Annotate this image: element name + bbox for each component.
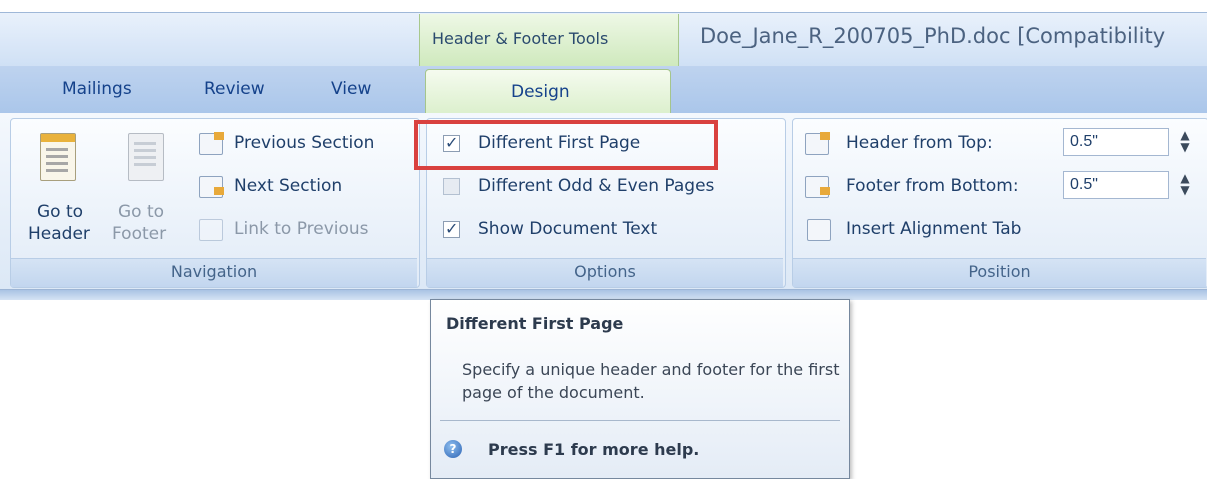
insert-alignment-tab-button[interactable]: Insert Alignment Tab bbox=[846, 219, 1021, 239]
footer-from-bottom-label: Footer from Bottom: bbox=[846, 176, 1019, 196]
next-section-icon bbox=[199, 176, 224, 198]
insert-alignment-tab-icon bbox=[807, 219, 831, 241]
go-to-footer-icon bbox=[128, 133, 164, 181]
tab-view[interactable]: View bbox=[331, 79, 371, 99]
different-odd-even-label[interactable]: Different Odd & Even Pages bbox=[478, 176, 714, 196]
help-icon: ? bbox=[444, 440, 462, 458]
go-to-header-label-line1[interactable]: Go to bbox=[37, 202, 83, 222]
header-from-top-input[interactable] bbox=[1063, 128, 1169, 156]
tooltip-help-text: Press F1 for more help. bbox=[488, 440, 700, 459]
go-to-header-icon[interactable] bbox=[40, 133, 76, 181]
footer-from-bottom-icon bbox=[805, 176, 830, 198]
header-from-top-label: Header from Top: bbox=[846, 133, 993, 153]
tooltip-divider bbox=[440, 420, 840, 421]
link-to-previous-button: Link to Previous bbox=[234, 219, 369, 239]
show-document-text-checkbox[interactable] bbox=[443, 219, 460, 238]
tooltip-description: Specify a unique header and footer for t… bbox=[462, 360, 840, 402]
contextual-group-title: Header & Footer Tools bbox=[432, 29, 609, 48]
go-to-footer-label-line2: Footer bbox=[112, 224, 167, 244]
header-from-top-icon bbox=[805, 132, 830, 155]
options-group-label: Options bbox=[427, 258, 783, 287]
tooltip-title: Different First Page bbox=[446, 314, 624, 333]
highlight-box bbox=[414, 120, 718, 170]
go-to-header-label-line2[interactable]: Header bbox=[28, 224, 90, 244]
different-odd-even-checkbox[interactable] bbox=[443, 178, 460, 195]
previous-section-button[interactable]: Previous Section bbox=[234, 133, 374, 153]
position-group-label: Position bbox=[793, 258, 1206, 287]
tab-design-label[interactable]: Design bbox=[511, 82, 570, 102]
show-document-text-label[interactable]: Show Document Text bbox=[478, 219, 657, 239]
footer-from-bottom-input[interactable] bbox=[1063, 171, 1169, 199]
header-from-top-spinner[interactable]: ▲ ▼ bbox=[1170, 129, 1200, 157]
previous-section-icon bbox=[199, 132, 224, 155]
footer-from-bottom-spinner[interactable]: ▲ ▼ bbox=[1170, 172, 1200, 200]
next-section-button[interactable]: Next Section bbox=[234, 176, 342, 196]
tab-review[interactable]: Review bbox=[204, 79, 265, 99]
navigation-group-label: Navigation bbox=[11, 258, 417, 287]
link-to-previous-icon bbox=[199, 219, 223, 241]
go-to-footer-label-line1: Go to bbox=[118, 202, 165, 222]
tab-mailings[interactable]: Mailings bbox=[62, 79, 132, 99]
document-title: Doe_Jane_R_200705_PhD.doc [Compatibility bbox=[700, 24, 1166, 48]
